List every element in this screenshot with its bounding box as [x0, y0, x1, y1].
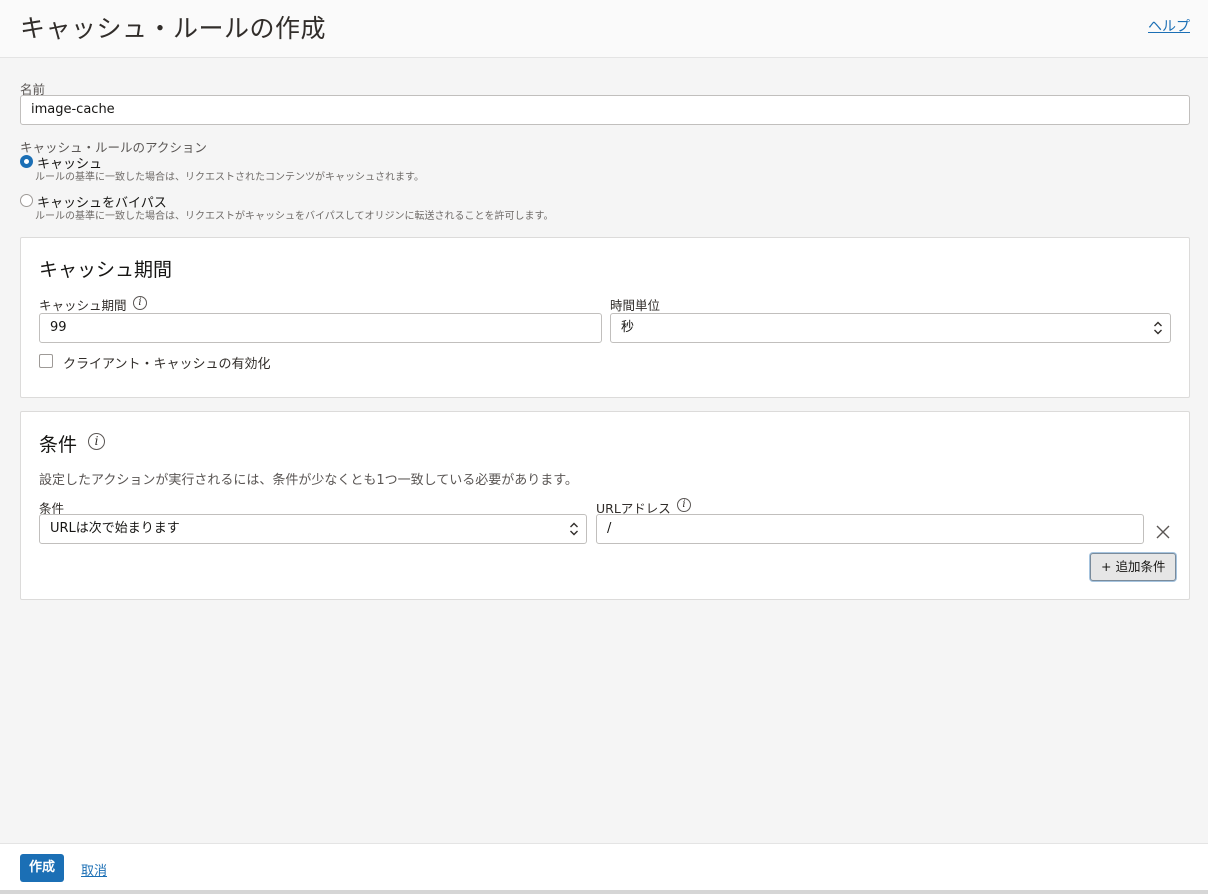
cache-period-input[interactable]: 99	[39, 313, 602, 343]
condition-value: URLは次で始まります	[50, 521, 180, 536]
cache-period-label: キャッシュ期間	[39, 298, 127, 313]
url-address-input[interactable]: /	[596, 514, 1144, 544]
time-unit-label: 時間単位	[610, 298, 661, 313]
time-unit-value: 秒	[621, 320, 635, 335]
info-icon[interactable]: i	[133, 296, 147, 310]
condition-select[interactable]: URLは次で始まります	[39, 514, 587, 544]
create-button[interactable]: 作成	[20, 854, 65, 882]
conditions-description: 設定したアクションが実行されるには、条件が少なくとも1つ一致している必要がありま…	[39, 473, 578, 488]
client-cache-label: クライアント・キャッシュの有効化	[63, 357, 271, 372]
info-icon[interactable]: i	[88, 433, 105, 450]
page-title: キャッシュ・ルールの作成	[20, 14, 327, 43]
cache-period-title: キャッシュ期間	[39, 259, 173, 281]
conditions-card: 条件 i 設定したアクションが実行されるには、条件が少なくとも1つ一致している必…	[20, 411, 1190, 600]
name-input[interactable]: image-cache	[20, 95, 1190, 125]
page-header: キャッシュ・ルールの作成 ヘルプ	[0, 0, 1208, 58]
close-icon[interactable]	[1155, 524, 1171, 540]
radio-bypass-button[interactable]	[20, 194, 33, 207]
footer: 作成 取消	[0, 843, 1208, 891]
cancel-link[interactable]: 取消	[81, 860, 107, 879]
client-cache-checkbox[interactable]	[39, 354, 53, 368]
chevron-updown-icon	[1154, 321, 1162, 335]
info-icon[interactable]: i	[677, 498, 691, 512]
time-unit-select[interactable]: 秒	[610, 313, 1171, 343]
help-link[interactable]: ヘルプ	[1148, 16, 1190, 36]
add-condition-button[interactable]: + 追加条件	[1090, 553, 1177, 581]
conditions-title: 条件	[39, 434, 78, 456]
footer-divider	[0, 890, 1208, 894]
radio-cache-desc: ルールの基準に一致した場合は、リクエストされたコンテンツがキャッシュされます。	[35, 172, 424, 183]
radio-cache-button[interactable]	[20, 155, 33, 168]
radio-bypass-desc: ルールの基準に一致した場合は、リクエストがキャッシュをバイパスしてオリジンに転送…	[35, 211, 554, 222]
chevron-updown-icon	[570, 522, 578, 536]
cache-period-card: キャッシュ期間 キャッシュ期間 i 99 時間単位 秒 クライアント・キャッシュ…	[20, 237, 1190, 398]
